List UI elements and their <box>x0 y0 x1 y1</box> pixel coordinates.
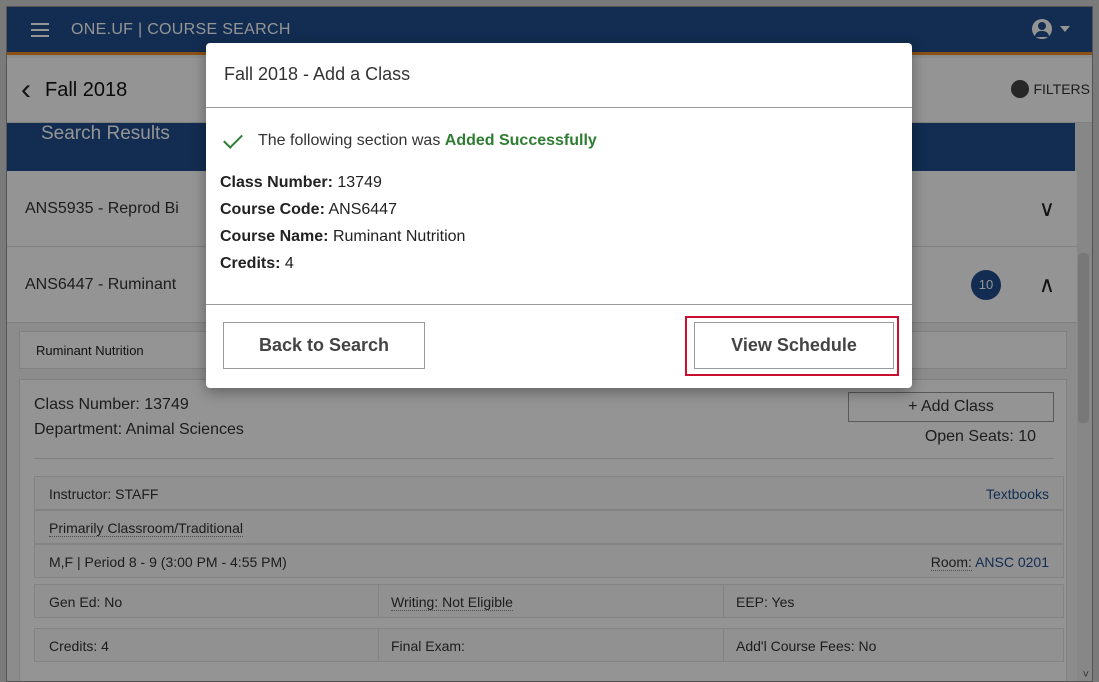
course-name-value: Ruminant Nutrition <box>332 228 466 245</box>
detail-course-name: Course Name: Ruminant Nutrition <box>220 228 465 246</box>
dialog-body: The following section was Added Successf… <box>206 108 912 305</box>
view-schedule-button[interactable]: View Schedule <box>694 322 894 369</box>
credits-label: Credits: <box>220 255 281 272</box>
detail-class-number: Class Number: 13749 <box>220 174 382 192</box>
dialog-footer: Back to Search View Schedule <box>206 305 912 387</box>
success-prefix: The following section was <box>258 132 441 149</box>
class-number-label: Class Number: <box>220 174 333 191</box>
detail-credits: Credits: 4 <box>220 255 294 273</box>
check-icon <box>223 129 243 149</box>
add-class-dialog: Fall 2018 - Add a Class The following se… <box>206 43 912 388</box>
class-number-value: 13749 <box>337 174 382 191</box>
success-message: The following section was Added Successf… <box>258 132 597 150</box>
dialog-title: Fall 2018 - Add a Class <box>224 64 411 84</box>
back-to-search-button[interactable]: Back to Search <box>223 322 425 369</box>
course-code-label: Course Code: <box>220 201 325 218</box>
course-code-value: ANS6447 <box>328 201 397 218</box>
credits-value: 4 <box>284 255 294 272</box>
success-status: Added Successfully <box>444 132 597 149</box>
dialog-header: Fall 2018 - Add a Class <box>206 43 912 108</box>
course-name-label: Course Name: <box>220 228 329 245</box>
detail-course-code: Course Code: ANS6447 <box>220 201 397 219</box>
app-frame: ONE.UF | COURSE SEARCH ‹ Fall 2018 FILTE… <box>6 6 1093 682</box>
